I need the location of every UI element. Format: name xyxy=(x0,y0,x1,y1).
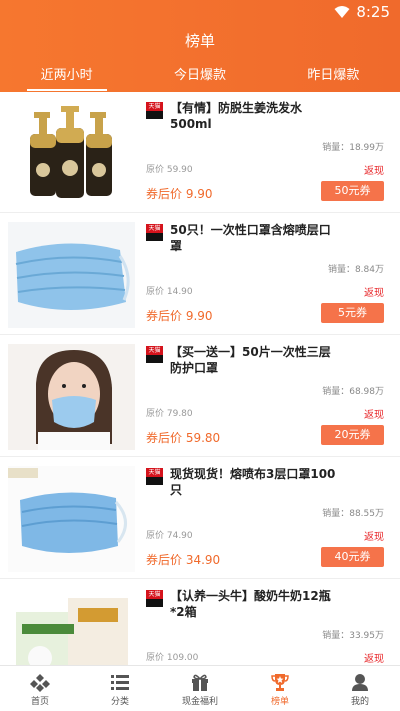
tmall-badge: 天猫 xyxy=(146,346,163,363)
nav-ranking-label: 榜单 xyxy=(270,697,289,707)
nav-mine-label: 我的 xyxy=(350,697,369,707)
home-icon xyxy=(30,674,50,692)
sales-count: 销量：68.98万 xyxy=(322,387,384,397)
cashback-label: 返现 xyxy=(364,288,384,299)
trophy-icon xyxy=(271,674,289,691)
category-list-icon xyxy=(111,675,129,690)
list-item[interactable]: 天猫 【有情】防脱生姜洗发水500ml 销量：18.99万 原价 59.90 返… xyxy=(0,92,400,213)
nav-cash-welfare[interactable]: 现金福利 xyxy=(160,666,240,711)
product-image-yogurt[interactable] xyxy=(8,588,135,665)
tab-today-hot[interactable]: 今日爆款 xyxy=(133,64,266,84)
status-time: 8:25 xyxy=(356,3,390,21)
wifi-icon xyxy=(334,6,350,18)
user-icon xyxy=(352,674,368,691)
product-image-shampoo[interactable] xyxy=(8,100,135,206)
list-item[interactable]: 天猫 50只！一次性口罩含熔喷层口罩 销量：8.84万 原价 14.90 返现 … xyxy=(0,214,400,335)
original-price: 原价 109.00 xyxy=(146,653,199,663)
tmall-badge: 天猫 xyxy=(146,102,163,119)
sales-count: 销量：33.95万 xyxy=(322,631,384,641)
nav-ranking[interactable]: 榜单 xyxy=(240,666,320,711)
tab-yesterday-hot[interactable]: 昨日爆款 xyxy=(267,64,400,84)
cashback-label: 返现 xyxy=(364,654,384,665)
cashback-label: 返现 xyxy=(364,166,384,177)
after-coupon-price: 券后价 34.90 xyxy=(146,553,221,567)
product-image-three-layer-mask[interactable] xyxy=(8,466,135,572)
product-title[interactable]: 【买一送一】50片一次性三层防护口罩 xyxy=(170,344,338,376)
product-title[interactable]: 【有情】防脱生姜洗发水500ml xyxy=(170,100,338,132)
tmall-badge: 天猫 xyxy=(146,224,163,241)
sales-count: 销量：88.55万 xyxy=(322,509,384,519)
coupon-button[interactable]: 5元券 xyxy=(321,303,384,323)
product-title[interactable]: 50只！一次性口罩含熔喷层口罩 xyxy=(170,222,338,254)
product-title[interactable]: 现货现货！熔喷布3层口罩100只 xyxy=(170,466,338,498)
nav-category[interactable]: 分类 xyxy=(80,666,160,711)
status-bar: 8:25 xyxy=(334,3,390,21)
nav-cash-welfare-label: 现金福利 xyxy=(181,697,218,707)
original-price: 原价 14.90 xyxy=(146,287,193,297)
product-list[interactable]: 天猫 【有情】防脱生姜洗发水500ml 销量：18.99万 原价 59.90 返… xyxy=(0,92,400,665)
gift-icon xyxy=(192,674,208,691)
original-price: 原价 59.90 xyxy=(146,165,193,175)
after-coupon-price: 券后价 59.80 xyxy=(146,431,221,445)
original-price: 原价 74.90 xyxy=(146,531,193,541)
cashback-label: 返现 xyxy=(364,532,384,543)
app-header: 8:25 榜单 近两小时 今日爆款 昨日爆款 xyxy=(0,0,400,92)
page-title: 榜单 xyxy=(184,32,215,50)
after-coupon-price: 券后价 9.90 xyxy=(146,309,213,323)
original-price: 原价 79.80 xyxy=(146,409,193,419)
coupon-button[interactable]: 20元券 xyxy=(321,425,384,445)
sales-count: 销量：8.84万 xyxy=(327,265,384,275)
product-image-mask[interactable] xyxy=(8,222,135,328)
list-item[interactable]: 天猫 现货现货！熔喷布3层口罩100只 销量：88.55万 原价 74.90 返… xyxy=(0,458,400,579)
product-image-woman-mask[interactable] xyxy=(8,344,135,450)
coupon-button[interactable]: 50元券 xyxy=(321,181,384,201)
after-coupon-price: 券后价 9.90 xyxy=(146,187,213,201)
nav-category-label: 分类 xyxy=(110,697,129,707)
tab-bar: 近两小时 今日爆款 昨日爆款 xyxy=(0,64,400,84)
cashback-label: 返现 xyxy=(364,410,384,421)
list-item[interactable]: 天猫 【认养一头牛】酸奶牛奶12瓶*2箱 销量：33.95万 原价 109.00… xyxy=(0,580,400,665)
coupon-button[interactable]: 40元券 xyxy=(321,547,384,567)
tmall-badge: 天猫 xyxy=(146,590,163,607)
nav-home[interactable]: 首页 xyxy=(0,666,80,711)
tmall-badge: 天猫 xyxy=(146,468,163,485)
tab-last-two-hours[interactable]: 近两小时 xyxy=(0,64,133,84)
sales-count: 销量：18.99万 xyxy=(322,143,384,153)
bottom-navigation: 首页 分类 现金福利 榜单 我的 xyxy=(0,665,400,711)
nav-home-label: 首页 xyxy=(30,697,49,707)
list-item[interactable]: 天猫 【买一送一】50片一次性三层防护口罩 销量：68.98万 原价 79.80… xyxy=(0,336,400,457)
product-title[interactable]: 【认养一头牛】酸奶牛奶12瓶*2箱 xyxy=(170,588,338,620)
nav-mine[interactable]: 我的 xyxy=(320,666,400,711)
